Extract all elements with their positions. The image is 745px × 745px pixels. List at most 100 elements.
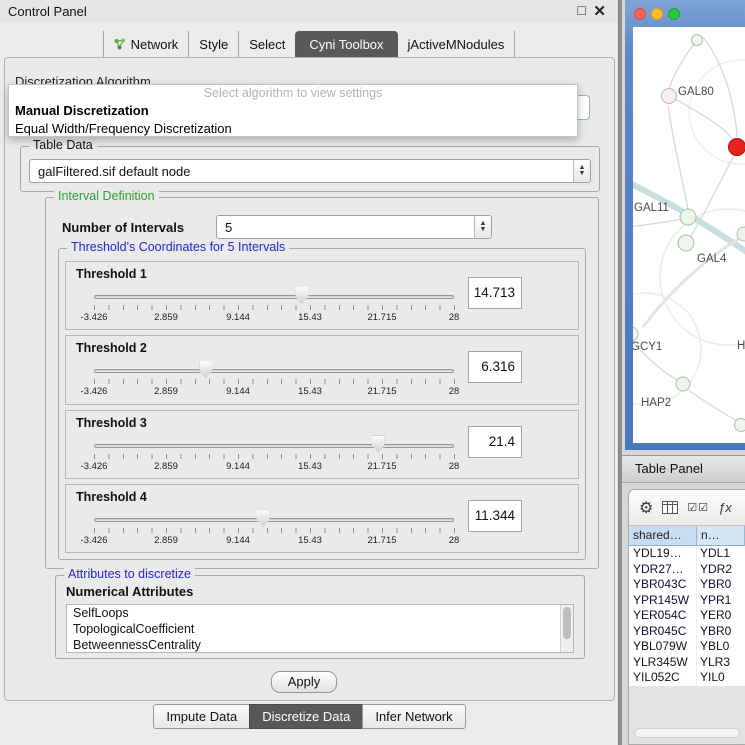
network-node[interactable] [662, 89, 677, 104]
slider-track[interactable] [94, 369, 454, 373]
list-item[interactable]: BetweennessCentrality [67, 637, 573, 653]
network-node[interactable] [680, 209, 696, 225]
threshold-3-value-field[interactable]: 21.4 [468, 426, 522, 458]
stepper-arrows-icon[interactable]: ▲▼ [474, 216, 491, 238]
attributes-list[interactable]: SelfLoops TopologicalCoefficient Between… [66, 604, 574, 653]
column-header-shared-name[interactable]: shared… [629, 526, 697, 546]
dropdown-option-manual[interactable]: Manual Discretization [9, 102, 577, 120]
stepper-arrows-icon[interactable]: ▲▼ [573, 160, 590, 182]
dropdown-option-equal-width[interactable]: Equal Width/Frequency Discretization [9, 120, 577, 138]
cell[interactable]: YBR045C [629, 624, 697, 640]
table-row[interactable]: YBL079WYBL0 [629, 639, 745, 655]
gear-icon[interactable]: ⚙ [639, 498, 653, 518]
list-item[interactable]: TopologicalCoefficient [67, 621, 573, 637]
function-builder-icon[interactable]: ƒx [718, 500, 732, 515]
num-intervals-select[interactable]: 5 ▲▼ [216, 215, 492, 239]
tab-jactivemodules[interactable]: jActiveMNodules [398, 31, 516, 57]
cell[interactable]: YBL079W [629, 639, 697, 655]
table-row[interactable]: YBR045CYBR0 [629, 624, 745, 640]
table-row[interactable]: YDR27…YDR2 [629, 562, 745, 578]
table-row[interactable]: YLR345WYLR3 [629, 655, 745, 671]
network-node[interactable] [692, 35, 703, 46]
tab-select[interactable]: Select [238, 31, 295, 57]
tab-network[interactable]: Network [103, 31, 189, 57]
table-row[interactable]: YIL052CYIL0 [629, 670, 745, 686]
network-view-canvas[interactable]: GAL80 GAL11 GAL4 GCY1 HAP2 H [633, 27, 745, 443]
cell[interactable]: YBR043C [629, 577, 697, 593]
cell[interactable]: YDR2 [697, 562, 745, 578]
tab-label: Select [249, 37, 285, 52]
control-panel: Control Panel □ ✕ Network Style Select C… [0, 0, 619, 745]
cell[interactable]: YER0 [697, 608, 745, 624]
float-window-icon[interactable]: □ [578, 2, 586, 18]
cell[interactable]: YBR0 [697, 577, 745, 593]
threshold-1-value-field[interactable]: 14.713 [468, 277, 522, 309]
horizontal-scrollbar[interactable] [634, 728, 740, 738]
network-node[interactable] [678, 235, 694, 251]
column-header-name[interactable]: n… [697, 526, 745, 546]
tab-cyni-toolbox[interactable]: Cyni Toolbox [295, 31, 397, 57]
columns-icon[interactable] [662, 501, 678, 514]
zoom-traffic-light-icon[interactable] [668, 8, 680, 20]
cell[interactable]: YER054C [629, 608, 697, 624]
network-node-label: GAL11 [634, 202, 669, 214]
network-node-label: GCY1 [633, 341, 662, 353]
cell[interactable]: YBL0 [697, 639, 745, 655]
network-node[interactable] [633, 327, 638, 341]
table-row[interactable]: YER054CYER0 [629, 608, 745, 624]
slider-thumb[interactable] [257, 510, 270, 527]
table-row[interactable]: YDL19…YDL1 [629, 546, 745, 562]
slider-track[interactable] [94, 444, 454, 448]
network-graph[interactable]: GAL80 GAL11 GAL4 GCY1 HAP2 H [633, 27, 745, 443]
cell[interactable]: YPR1 [697, 593, 745, 609]
vertical-scrollbar[interactable] [560, 605, 573, 652]
cell[interactable]: YIL052C [629, 670, 697, 686]
selected-network-node[interactable] [729, 139, 745, 156]
network-node[interactable] [735, 419, 745, 432]
apply-button[interactable]: Apply [271, 671, 337, 693]
close-icon[interactable]: ✕ [593, 2, 606, 20]
table-row[interactable]: YBR043CYBR0 [629, 577, 745, 593]
tick-label: 15.43 [292, 386, 328, 397]
cell[interactable]: YLR345W [629, 655, 697, 671]
threshold-3-slider[interactable] [94, 442, 454, 450]
minimize-traffic-light-icon[interactable] [651, 8, 663, 20]
network-node[interactable] [676, 377, 690, 391]
threshold-2-slider[interactable] [94, 367, 454, 375]
threshold-panel: Threshold 3 -3.426 2.859 9.144 15.43 21.… [65, 410, 579, 479]
threshold-4-value-field[interactable]: 11.344 [468, 500, 522, 532]
slider-track[interactable] [94, 295, 454, 299]
tab-style[interactable]: Style [188, 31, 238, 57]
tab-infer-network[interactable]: Infer Network [362, 704, 465, 729]
tick-label: -3.426 [76, 386, 112, 397]
cell[interactable]: YBR0 [697, 624, 745, 640]
cell[interactable]: YPR145W [629, 593, 697, 609]
tab-discretize-data[interactable]: Discretize Data [249, 704, 363, 729]
cell[interactable]: YDL19… [629, 546, 697, 562]
threshold-2-value-field[interactable]: 6.316 [468, 351, 522, 383]
tick-label: 9.144 [220, 461, 256, 472]
attributes-group-label: Attributes to discretize [64, 567, 195, 581]
cell[interactable]: YLR3 [697, 655, 745, 671]
right-panel: GAL80 GAL11 GAL4 GCY1 HAP2 H Table Panel… [622, 0, 745, 745]
tick-label: 28 [436, 386, 472, 397]
slider-thumb[interactable] [372, 436, 385, 453]
cell[interactable]: YDR27… [629, 562, 697, 578]
slider-thumb[interactable] [199, 361, 212, 378]
threshold-1-slider[interactable] [94, 293, 454, 301]
tab-label: Cyni Toolbox [309, 37, 383, 52]
numerical-attributes-label: Numerical Attributes [66, 584, 193, 599]
slider-track[interactable] [94, 518, 454, 522]
scrollbar-thumb[interactable] [563, 607, 571, 639]
cell[interactable]: YIL0 [697, 670, 745, 686]
list-item[interactable]: SelfLoops [67, 605, 573, 621]
threshold-4-slider[interactable] [94, 516, 454, 524]
tab-impute-data[interactable]: Impute Data [153, 704, 250, 729]
table-row[interactable]: YPR145WYPR1 [629, 593, 745, 609]
top-tab-bar: Network Style Select Cyni Toolbox jActiv… [0, 30, 618, 57]
cell[interactable]: YDL1 [697, 546, 745, 562]
slider-thumb[interactable] [295, 287, 308, 304]
close-traffic-light-icon[interactable] [634, 8, 646, 20]
table-data-select[interactable]: galFiltered.sif default node ▲▼ [29, 159, 591, 183]
select-all-columns-icon[interactable]: ☑☑ [687, 501, 709, 514]
